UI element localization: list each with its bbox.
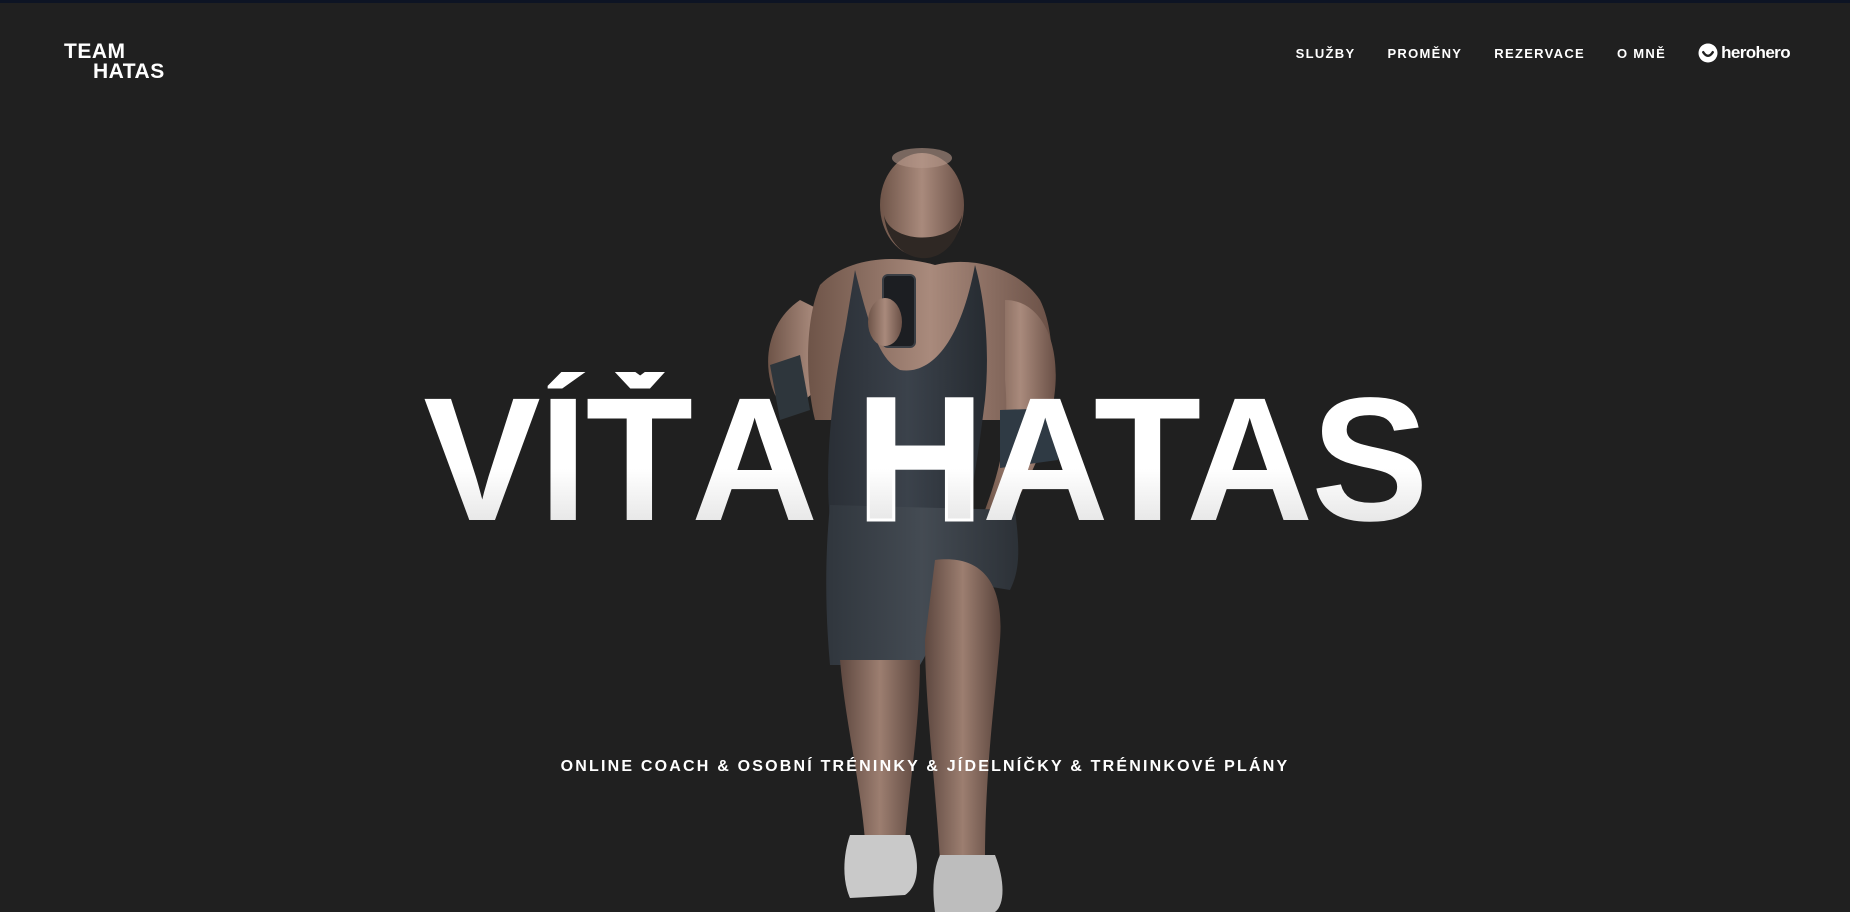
hero-subtitle: ONLINE COACH & OSOBNÍ TRÉNINKY & JÍDELNÍ… [560, 758, 1290, 775]
hero-title-outline-letter: H [855, 362, 985, 558]
hero-title-part-2: ATAS [981, 362, 1427, 558]
hero-title-part-1: VÍŤA [423, 362, 857, 558]
landing-page: TEAM HATAS SLUŽBY PROMĚNY REZERVACE O MN… [0, 0, 1850, 912]
hero-title: VÍŤA HATAS [423, 371, 1426, 550]
hero-headline-wrap: VÍŤA HATAS [0, 371, 1850, 550]
